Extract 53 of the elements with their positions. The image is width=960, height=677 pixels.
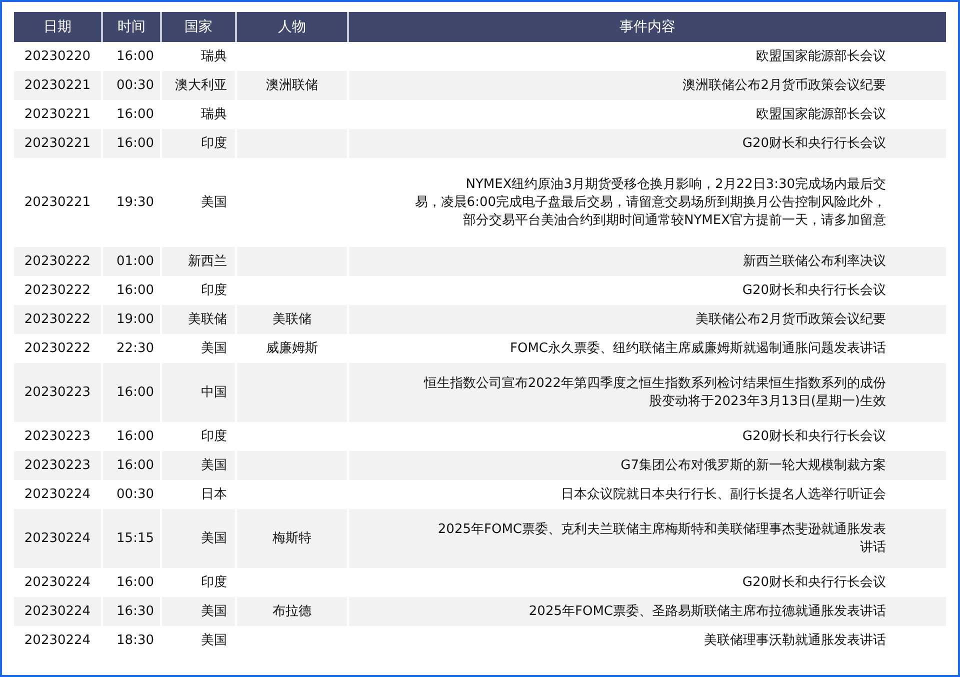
date-cell: 20230221 xyxy=(14,71,103,100)
time-cell: 16:00 xyxy=(103,451,162,480)
column-header: 国家 xyxy=(162,12,237,42)
event-cell-text: G20财长和央行行长会议 xyxy=(741,282,887,300)
country-cell: 澳大利亚 xyxy=(162,71,237,100)
time-cell: 00:30 xyxy=(103,71,162,100)
time-cell: 18:30 xyxy=(103,626,162,655)
country-cell: 美国 xyxy=(162,597,237,626)
event-cell: 2025年FOMC票委、圣路易斯联储主席布拉德就通胀发表讲话 xyxy=(349,597,946,626)
column-header: 人物 xyxy=(237,12,349,42)
date-cell: 20230223 xyxy=(14,451,103,480)
person-cell: 澳洲联储 xyxy=(237,71,349,100)
date-cell: 20230222 xyxy=(14,305,103,334)
date-cell: 20230221 xyxy=(14,129,103,158)
event-cell-text: 欧盟国家能源部长会议 xyxy=(755,106,887,124)
event-cell-text: 欧盟国家能源部长会议 xyxy=(755,48,887,66)
event-cell: G7集团公布对俄罗斯的新一轮大规模制裁方案 xyxy=(349,451,946,480)
time-cell: 16:00 xyxy=(103,363,162,422)
event-cell: 恒生指数公司宣布2022年第四季度之恒生指数系列检讨结果恒生指数系列的成份 股变动将于2023年3月13日(星期一)生效 xyxy=(349,363,946,422)
date-cell: 20230224 xyxy=(14,597,103,626)
event-cell: 美联储公布2月货币政策会议纪要 xyxy=(349,305,946,334)
time-cell: 16:00 xyxy=(103,129,162,158)
person-cell: 布拉德 xyxy=(237,597,349,626)
country-cell: 美国 xyxy=(162,626,237,655)
country-cell: 美国 xyxy=(162,509,237,568)
country-cell: 美国 xyxy=(162,451,237,480)
time-cell: 15:15 xyxy=(103,509,162,568)
column-header: 日期 xyxy=(14,12,103,42)
column-header: 事件内容 xyxy=(349,12,946,42)
event-cell: 新西兰联储公布利率决议 xyxy=(349,247,946,276)
time-cell: 01:00 xyxy=(103,247,162,276)
country-cell: 美联储 xyxy=(162,305,237,334)
event-cell-text: NYMEX纽约原油3月期货受移仓换月影响，2月22日3:30完成场内最后交 易，凌晨6:00完成电子盘最后交易，请留意交易场所到期换月公告控制风险此外， 部分交易平台美油合约到期时间通常较NYMEX官方提前一天，请多加留意 xyxy=(414,176,887,230)
event-cell: 澳洲联储公布2月货币政策会议纪要 xyxy=(349,71,946,100)
date-cell: 20230224 xyxy=(14,626,103,655)
event-cell: G20财长和央行行长会议 xyxy=(349,129,946,158)
person-cell: 梅斯特 xyxy=(237,509,349,568)
time-cell: 16:30 xyxy=(103,597,162,626)
time-cell: 19:00 xyxy=(103,305,162,334)
date-cell: 20230223 xyxy=(14,363,103,422)
event-cell-text: 日本众议院就日本央行行长、副行长提名人选举行听证会 xyxy=(560,486,887,504)
country-cell: 新西兰 xyxy=(162,247,237,276)
country-cell: 印度 xyxy=(162,129,237,158)
date-cell: 20230224 xyxy=(14,509,103,568)
person-cell: 美联储 xyxy=(237,305,349,334)
event-cell-text: G20财长和央行行长会议 xyxy=(741,428,887,446)
event-cell-text: FOMC永久票委、纽约联储主席威廉姆斯就遏制通胀问题发表讲话 xyxy=(508,340,887,358)
date-cell: 20230222 xyxy=(14,247,103,276)
event-cell-text: 美联储理事沃勒就通胀发表讲话 xyxy=(703,632,887,650)
event-cell-text: G20财长和央行行长会议 xyxy=(741,574,887,592)
event-cell: 2025年FOMC票委、克利夫兰联储主席梅斯特和美联储理事杰斐逊就通胀发表 讲话 xyxy=(349,509,946,568)
country-cell: 中国 xyxy=(162,363,237,422)
column-header: 时间 xyxy=(103,12,162,42)
